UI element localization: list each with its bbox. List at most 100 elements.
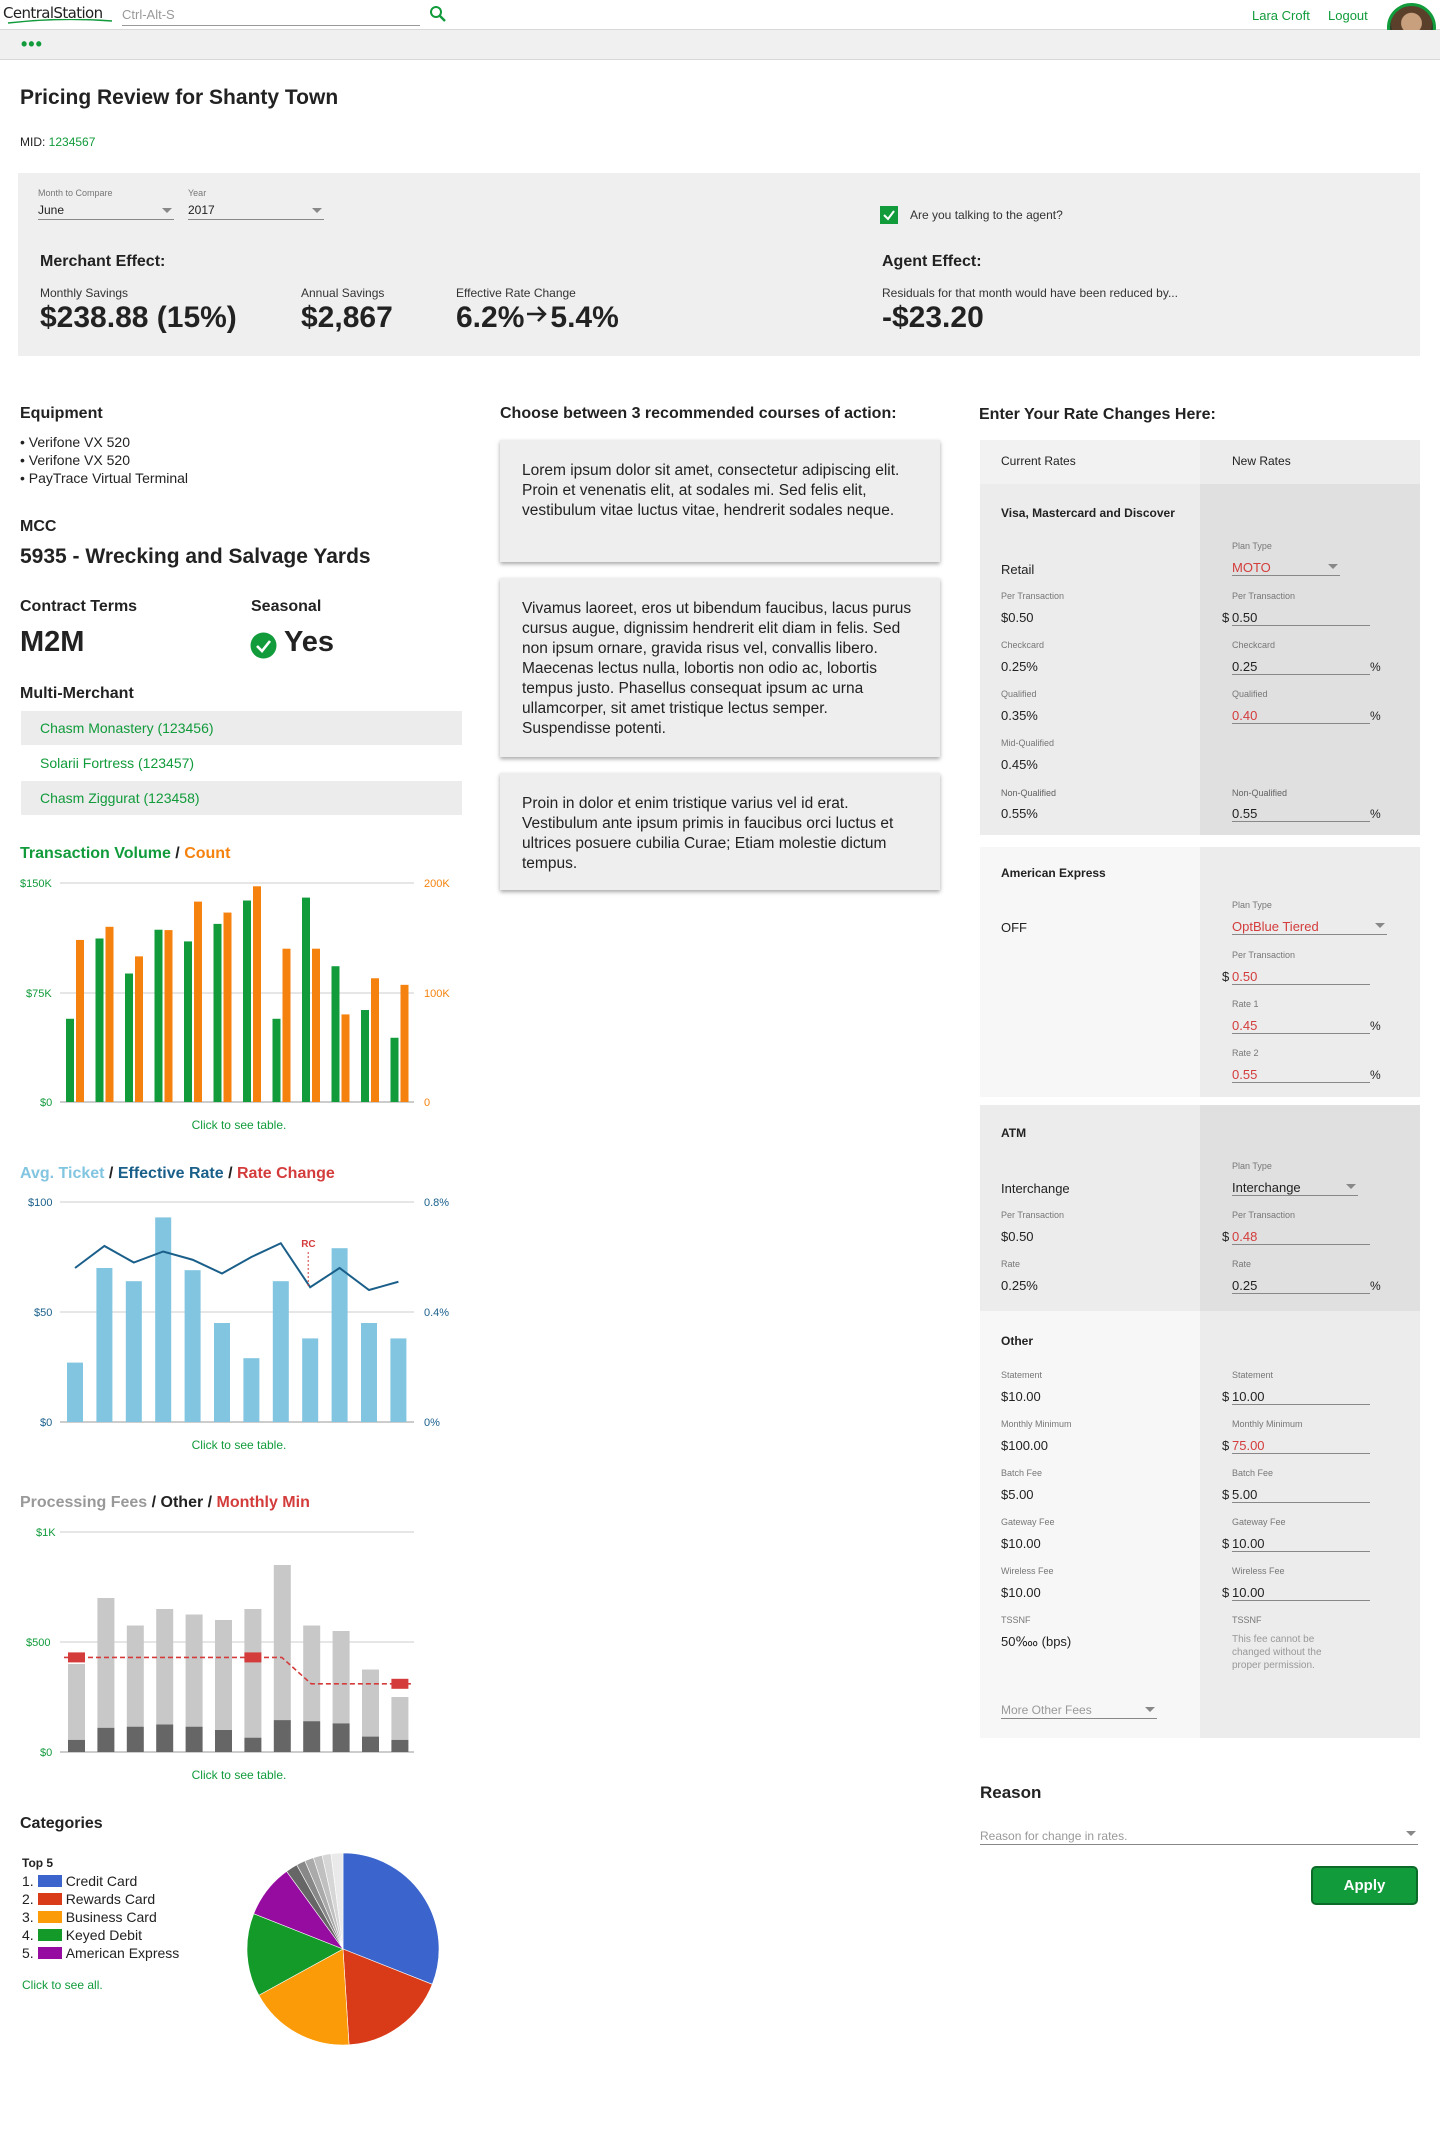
dollar-sign: $	[1222, 1438, 1230, 1453]
user-name-link[interactable]: Lara Croft	[1252, 8, 1310, 23]
chevron-down-icon	[1145, 1707, 1155, 1712]
y-tick-label: $0	[40, 1417, 52, 1429]
processing-fee-bar	[185, 1614, 203, 1727]
category-item[interactable]: 2. Rewards Card	[22, 1891, 155, 1907]
field-label: Rate 2	[1232, 1048, 1259, 1058]
volume-table-link[interactable]: Click to see table.	[14, 1118, 464, 1132]
reason-select[interactable]: Reason for change in rates.	[980, 1823, 1418, 1845]
sub-bar: •••	[0, 30, 1440, 60]
atm-per-transaction-input[interactable]: 0.48	[1232, 1225, 1370, 1245]
field-label: Gateway Fee	[1001, 1517, 1055, 1527]
multi-merchant-item[interactable]: Solarii Fortress (123457)	[21, 746, 462, 780]
multi-merchant-item[interactable]: Chasm Monastery (123456)	[21, 711, 462, 745]
agent-checkbox[interactable]	[880, 206, 898, 224]
see-all-link[interactable]: Click to see all.	[22, 1978, 103, 1992]
ticket-table-link[interactable]: Click to see table.	[14, 1438, 464, 1452]
more-fees-select[interactable]: More Other Fees	[1001, 1699, 1157, 1719]
input-value: 0.25	[1232, 1278, 1258, 1293]
count-bar	[282, 948, 291, 1102]
more-fees-label: More Other Fees	[1001, 1703, 1092, 1717]
category-item[interactable]: 4. Keyed Debit	[22, 1927, 142, 1943]
atm-rate-input[interactable]: 0.25	[1232, 1274, 1370, 1294]
input-value: 0.50	[1232, 969, 1258, 984]
current-value: $100.00	[1001, 1438, 1048, 1453]
y-tick-label: $75K	[26, 988, 52, 1000]
field-label: Rate 1	[1232, 999, 1259, 1009]
monthly-minimum-input[interactable]: 75.00	[1232, 1434, 1370, 1454]
plan-type-value: MOTO	[1232, 560, 1271, 575]
rate-change-label: Effective Rate Change	[456, 286, 576, 300]
plan-type-select[interactable]: MOTO	[1232, 556, 1340, 576]
volume-bar	[154, 929, 163, 1102]
category-rank: 3.	[22, 1909, 34, 1925]
month-value: June	[38, 203, 65, 217]
category-item[interactable]: 1. Credit Card	[22, 1873, 137, 1889]
apply-button[interactable]: Apply	[1311, 1866, 1418, 1905]
field-label: Plan Type	[1232, 900, 1272, 910]
search-input[interactable]	[122, 4, 420, 26]
monthly-min-line	[64, 1656, 412, 1685]
title-separator: /	[104, 1165, 118, 1182]
arrow-right-icon	[527, 306, 548, 322]
amex-plan-select[interactable]: OptBlue Tiered	[1232, 915, 1387, 935]
other-title: Other	[1001, 1334, 1034, 1348]
category-item[interactable]: 3. Business Card	[22, 1909, 157, 1925]
amex-per-transaction-input[interactable]: 0.50	[1232, 965, 1370, 985]
count-bar	[164, 930, 173, 1102]
other-fee-bar	[303, 1721, 321, 1752]
field-label: Rate	[1001, 1259, 1021, 1269]
atm-plan-select[interactable]: Interchange	[1232, 1176, 1358, 1196]
processing-fee-bar	[215, 1620, 232, 1730]
year-select[interactable]: 2017	[188, 200, 324, 220]
processing-fee-bar	[391, 1697, 409, 1740]
avg-ticket-bar	[361, 1323, 377, 1422]
count-bar	[223, 912, 232, 1102]
amex-rate2-input[interactable]: 0.55	[1232, 1063, 1370, 1083]
checkcard-input[interactable]: 0.25	[1232, 655, 1370, 675]
multi-merchant-item[interactable]: Chasm Ziggurat (123458)	[21, 781, 462, 815]
current-value: 0.25%	[1001, 1278, 1038, 1293]
fees-table-link[interactable]: Click to see table.	[14, 1768, 464, 1782]
course-option[interactable]: Vivamus laoreet, eros ut bibendum faucib…	[500, 578, 940, 757]
ticket-chart[interactable]: $100 $50 $0 0.8% 0.4% 0% RC	[14, 1186, 464, 1431]
contract-title: Contract Terms	[20, 598, 138, 615]
per-transaction-input[interactable]: 0.50	[1232, 606, 1370, 626]
statement-input[interactable]: 10.00	[1232, 1385, 1370, 1405]
category-label: Keyed Debit	[65, 1927, 142, 1943]
amex-rate1-input[interactable]: 0.45	[1232, 1014, 1370, 1034]
search-icon[interactable]	[429, 5, 447, 23]
rate-to: 5.4%	[550, 301, 619, 334]
monthly-savings-value: $238.88 (15%)	[40, 301, 237, 334]
logout-link[interactable]: Logout	[1328, 8, 1368, 23]
categories-pie-chart[interactable]	[246, 1852, 440, 2046]
nonqualified-input[interactable]: 0.55	[1232, 802, 1370, 822]
gateway-fee-input[interactable]: 10.00	[1232, 1532, 1370, 1552]
volume-chart[interactable]: $150K $75K $0 200K 100K 0	[14, 866, 464, 1111]
category-item[interactable]: 5. American Express	[22, 1945, 179, 1961]
qualified-input[interactable]: 0.40	[1232, 704, 1370, 724]
category-rank: 5.	[22, 1945, 34, 1961]
count-series-title: Count	[184, 845, 231, 862]
effective-rate-line	[74, 1241, 399, 1292]
input-value: 10.00	[1232, 1585, 1265, 1600]
wireless-fee-input[interactable]: 10.00	[1232, 1581, 1370, 1601]
dollar-sign: $	[1222, 1229, 1230, 1244]
residuals-label: Residuals for that month would have been…	[882, 286, 1178, 300]
category-label: American Express	[65, 1945, 180, 1961]
more-options-icon[interactable]: •••	[21, 34, 43, 55]
course-option[interactable]: Lorem ipsum dolor sit amet, consectetur …	[500, 440, 940, 562]
current-value: 50‱ (bps)	[1001, 1634, 1072, 1649]
y2-tick-label: 0.8%	[424, 1197, 449, 1209]
mid-value[interactable]: 1234567	[49, 135, 96, 149]
rates-panel: Current Rates New Rates Visa, Mastercard…	[980, 440, 1420, 1738]
y-tick-label: $500	[26, 1637, 50, 1649]
category-swatch	[37, 1875, 62, 1887]
annual-savings-label: Annual Savings	[301, 286, 385, 300]
field-label: Qualified	[1232, 689, 1268, 699]
month-select[interactable]: June	[38, 200, 174, 220]
course-option[interactable]: Proin in dolor et enim tristique varius …	[500, 773, 940, 890]
batch-fee-input[interactable]: 5.00	[1232, 1483, 1370, 1503]
input-value: 0.55	[1232, 806, 1258, 821]
field-label: Per Transaction	[1001, 1210, 1065, 1220]
fees-chart[interactable]: $1K $500 $0	[14, 1516, 464, 1761]
